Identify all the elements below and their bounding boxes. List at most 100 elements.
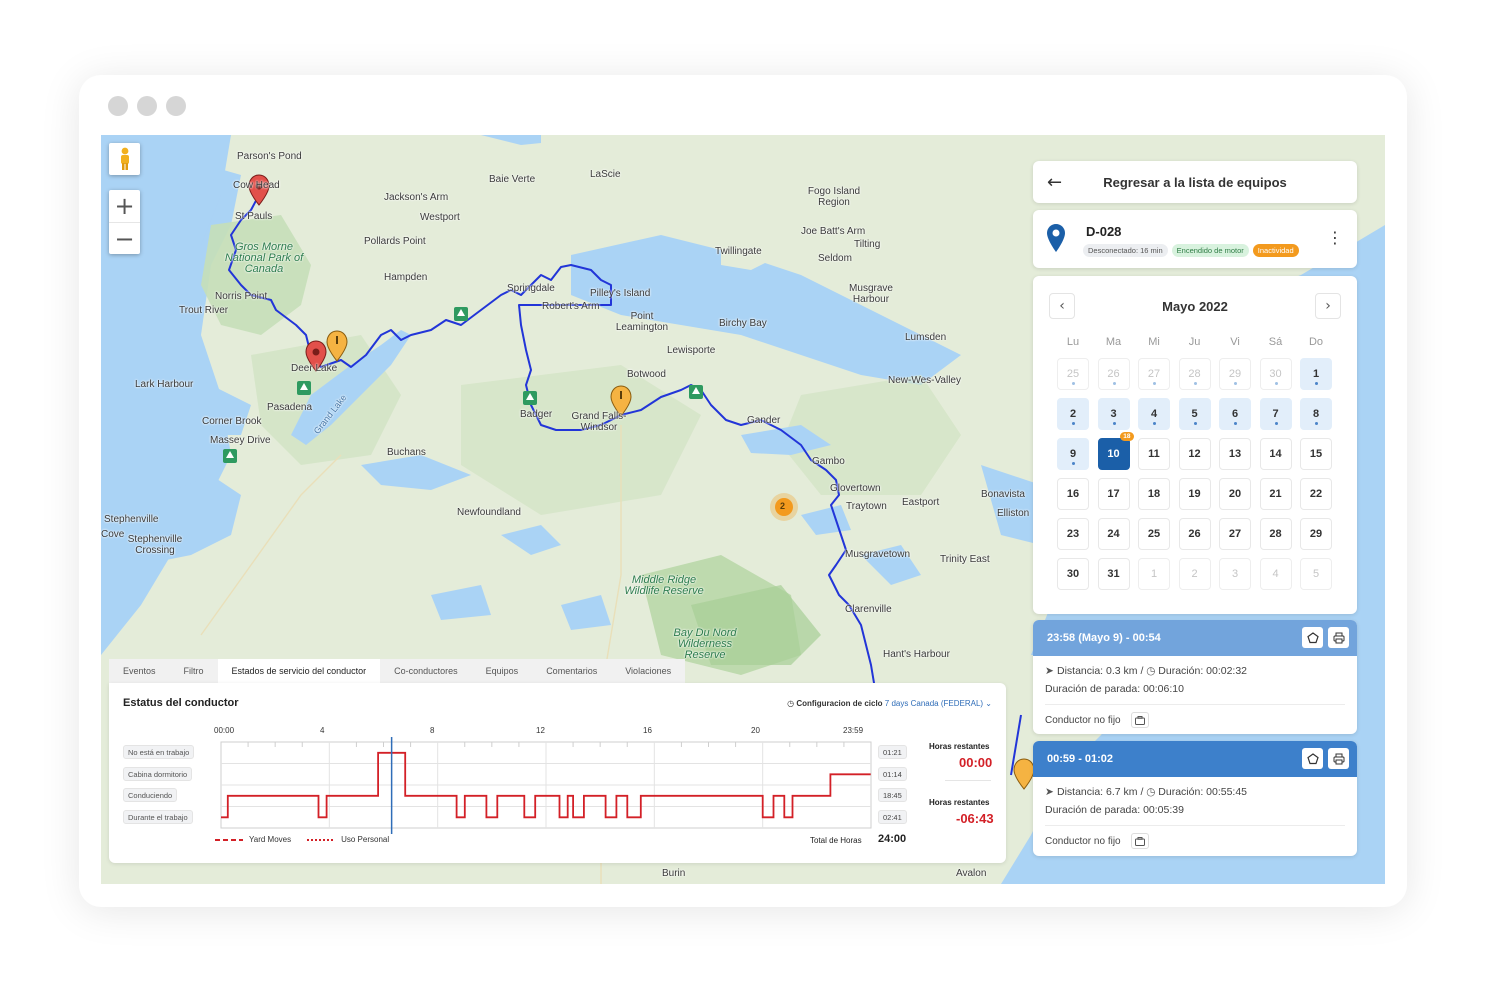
calendar-day[interactable]: 16 <box>1057 478 1089 510</box>
tab-comments[interactable]: Comentarios <box>532 659 611 683</box>
calendar-day-number: 28 <box>1188 368 1201 380</box>
trip-card[interactable]: 23:58 (Mayo 9) - 00:54 ➤ Distancia: 0.3 k… <box>1033 620 1357 734</box>
calendar-day[interactable]: 2 <box>1178 558 1211 590</box>
calendar-day[interactable]: 9 <box>1057 438 1089 470</box>
calendar-day[interactable]: 4 <box>1259 558 1292 590</box>
calendar-day[interactable]: 28 <box>1259 518 1292 550</box>
calendar-day[interactable]: 1 <box>1138 558 1170 590</box>
calendar-day[interactable]: 7 <box>1259 398 1292 430</box>
calendar-day[interactable]: 15 <box>1300 438 1332 470</box>
calendar-day-selected[interactable]: 10 18 <box>1097 432 1134 470</box>
calendar-day-number: 4 <box>1150 408 1158 420</box>
back-to-list[interactable]: ← Regresar a la lista de equipos <box>1033 161 1357 203</box>
calendar-day[interactable]: 3 <box>1097 398 1130 430</box>
calendar-day[interactable]: 26 <box>1097 358 1130 390</box>
tab-eventos[interactable]: Eventos <box>109 659 170 683</box>
calendar-day[interactable]: 21 <box>1259 478 1292 510</box>
calendar-day-number: 11 <box>1148 448 1160 460</box>
geofence-button[interactable] <box>1302 748 1323 769</box>
window-dot-maximize[interactable] <box>166 96 186 116</box>
back-to-list-label[interactable]: Regresar a la lista de equipos <box>1033 175 1357 190</box>
assign-driver-button[interactable] <box>1130 833 1149 849</box>
assign-driver-button[interactable] <box>1130 712 1149 728</box>
tab-filtro[interactable]: Filtro <box>170 659 218 683</box>
place-label: Robert's Arm <box>542 301 600 312</box>
calendar-day[interactable]: 30 <box>1057 558 1089 590</box>
place-label: Hampden <box>384 272 428 283</box>
window-dot-close[interactable] <box>108 96 128 116</box>
calendar-day[interactable]: 14 <box>1259 438 1292 470</box>
weekday-header: Do <box>1308 336 1324 348</box>
clock-icon: ◷ <box>1146 786 1156 798</box>
calendar-day[interactable]: 31 <box>1097 558 1130 590</box>
calendar-day[interactable]: 23 <box>1057 518 1089 550</box>
calendar-day[interactable]: 5 <box>1300 558 1332 590</box>
chevron-right-icon: › <box>1325 298 1331 314</box>
tab-equipment[interactable]: Equipos <box>472 659 533 683</box>
place-label: Joe Batt's Arm <box>801 226 866 237</box>
trip-driver-row: Conductor no fijo <box>1045 833 1149 849</box>
calendar-day-number: 27 <box>1228 528 1242 540</box>
calendar-day[interactable]: 4 <box>1138 398 1170 430</box>
window-controls <box>108 96 186 116</box>
place-label: Musgrave Harbour <box>849 283 893 305</box>
window-dot-minimize[interactable] <box>137 96 157 116</box>
calendar-day[interactable]: 28 <box>1178 358 1211 390</box>
calendar-day[interactable]: 12 <box>1178 438 1211 470</box>
calendar-day[interactable]: 3 <box>1219 558 1251 590</box>
remaining-hours-value: 00:00 <box>959 755 993 770</box>
place-label: Clarenville <box>845 604 892 615</box>
street-view-pegman[interactable] <box>109 143 140 175</box>
calendar-day-number: 2 <box>1191 568 1198 580</box>
calendar-day[interactable]: 5 <box>1178 398 1211 430</box>
calendar-day[interactable]: 26 <box>1178 518 1211 550</box>
place-label: Massey Drive <box>210 435 271 446</box>
calendar-day[interactable]: 19 <box>1178 478 1211 510</box>
calendar-day[interactable]: 11 <box>1138 438 1170 470</box>
calendar-day[interactable]: 25 <box>1138 518 1170 550</box>
trip-card[interactable]: 00:59 - 01:02 ➤ Distancia: 6.7 km / ◷ Dura… <box>1033 741 1357 856</box>
calendar-day[interactable]: 6 <box>1219 398 1251 430</box>
geofence-button[interactable] <box>1302 627 1323 648</box>
zoom-in-button[interactable]: + <box>109 190 140 222</box>
calendar-day[interactable]: 20 <box>1219 478 1251 510</box>
calendar-day[interactable]: 22 <box>1300 478 1332 510</box>
calendar-day[interactable]: 8 <box>1300 398 1332 430</box>
print-icon <box>1333 753 1344 764</box>
navigation-arrow-icon: ➤ <box>1045 665 1054 677</box>
print-button[interactable] <box>1328 627 1349 648</box>
back-arrow-icon[interactable]: ← <box>1047 172 1062 193</box>
park-icon <box>454 307 468 321</box>
calendar-day[interactable]: 2 <box>1057 398 1089 430</box>
calendar-day[interactable]: 27 <box>1219 518 1251 550</box>
calendar-day[interactable]: 1 <box>1300 358 1332 390</box>
place-label: Newfoundland <box>457 507 521 518</box>
calendar-day-number: 30 <box>1269 368 1282 380</box>
calendar-day[interactable]: 29 <box>1219 358 1251 390</box>
bottom-tabs: Eventos Filtro Estados de servicio del c… <box>109 659 686 683</box>
more-options-icon[interactable]: ⋮ <box>1327 230 1343 246</box>
calendar-day[interactable]: 27 <box>1138 358 1170 390</box>
calendar-day-number: 19 <box>1188 488 1201 500</box>
next-month-button[interactable]: › <box>1315 293 1341 319</box>
zoom-out-button[interactable]: − <box>109 222 140 254</box>
print-button[interactable] <box>1328 748 1349 769</box>
calendar-day[interactable]: 25 <box>1057 358 1089 390</box>
place-label: St Pauls <box>235 211 273 222</box>
tab-co-drivers[interactable]: Co-conductores <box>380 659 472 683</box>
calendar-day[interactable]: 29 <box>1300 518 1332 550</box>
map-view[interactable]: 2 Parson's Pond Cow Head St Pauls Baie V… <box>101 135 1385 884</box>
calendar-day[interactable]: 13 <box>1219 438 1251 470</box>
cluster-count-label[interactable]: 2 <box>780 501 785 512</box>
tab-violations[interactable]: Violaciones <box>611 659 685 683</box>
calendar-day[interactable]: 17 <box>1097 478 1130 510</box>
status-row-total: 01:14 <box>878 767 907 781</box>
place-label: Norris Point <box>215 291 268 302</box>
trip-actions <box>1302 748 1349 769</box>
calendar-day[interactable]: 18 <box>1138 478 1170 510</box>
calendar-day[interactable]: 30 <box>1259 358 1292 390</box>
tab-driver-status[interactable]: Estados de servicio del conductor <box>217 659 381 683</box>
calendar-day[interactable]: 24 <box>1097 518 1130 550</box>
trip-distance: Distancia: 6.7 km <box>1057 786 1138 798</box>
park-label: Gros Morne National Park of Canada <box>224 241 304 275</box>
